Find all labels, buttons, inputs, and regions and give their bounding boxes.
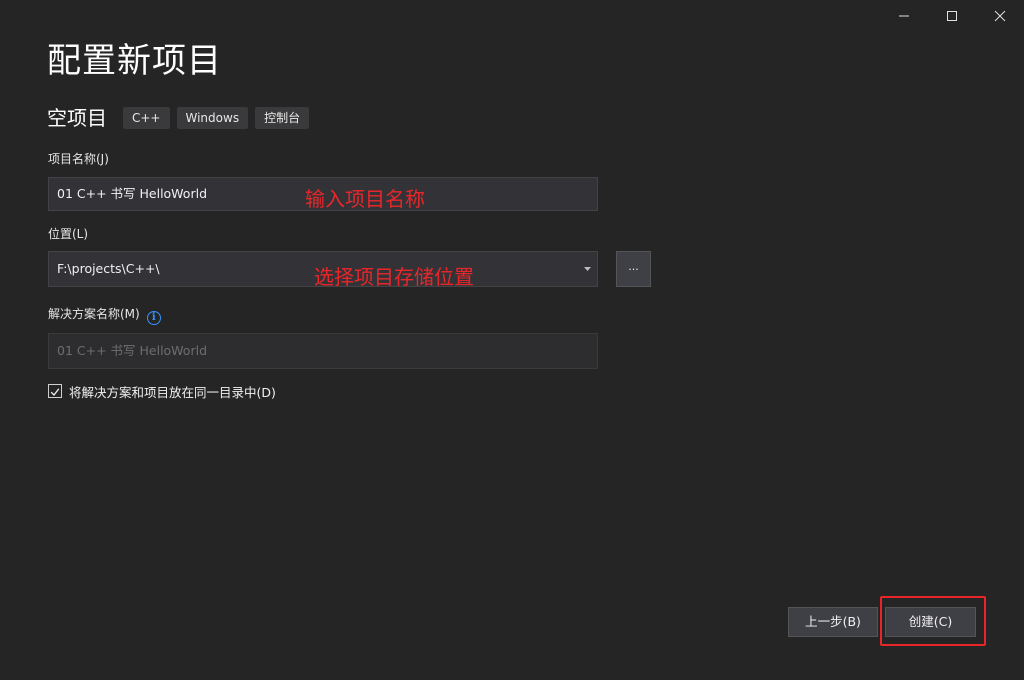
template-summary: 空项目 C++ Windows 控制台: [47, 106, 316, 130]
tag-platform: Windows: [176, 107, 249, 129]
location-annotation: 选择项目存储位置: [314, 265, 474, 289]
tag-project-type: 控制台: [255, 107, 310, 129]
solution-name-label: 解决方案名称(M): [48, 307, 140, 321]
close-icon: [994, 10, 1006, 22]
window-controls: [880, 0, 1024, 32]
chevron-down-icon[interactable]: [581, 252, 593, 286]
same-directory-option[interactable]: 将解决方案和项目放在同一目录中(D): [48, 382, 276, 400]
project-name-value: 01 C++ 书写 HelloWorld: [57, 186, 208, 201]
project-name-annotation: 输入项目名称: [305, 187, 425, 211]
create-button-highlight: [880, 596, 986, 646]
solution-name-input: 01 C++ 书写 HelloWorld: [48, 333, 598, 369]
location-label: 位置(L): [48, 227, 89, 241]
minimize-button[interactable]: [880, 0, 928, 32]
page-title: 配置新项目: [47, 41, 222, 81]
maximize-button[interactable]: [928, 0, 976, 32]
browse-button[interactable]: ...: [616, 251, 651, 287]
same-directory-checkbox[interactable]: [48, 384, 62, 398]
location-value: F:\projects\C++\: [57, 261, 160, 276]
close-button[interactable]: [976, 0, 1024, 32]
checkmark-icon: [50, 382, 60, 401]
minimize-icon: [898, 10, 910, 22]
solution-name-label-row: 解决方案名称(M) i: [48, 306, 161, 325]
tag-language: C++: [123, 107, 170, 129]
back-button[interactable]: 上一步(B): [788, 607, 878, 637]
same-directory-label: 将解决方案和项目放在同一目录中(D): [69, 384, 276, 400]
info-icon[interactable]: i: [146, 311, 161, 325]
project-name-label: 项目名称(J): [48, 152, 109, 166]
maximize-icon: [946, 10, 958, 22]
configure-project-window: 配置新项目 空项目 C++ Windows 控制台 项目名称(J) 01 C++…: [0, 0, 1024, 680]
template-name: 空项目: [47, 106, 107, 130]
solution-name-value: 01 C++ 书写 HelloWorld: [57, 343, 208, 358]
